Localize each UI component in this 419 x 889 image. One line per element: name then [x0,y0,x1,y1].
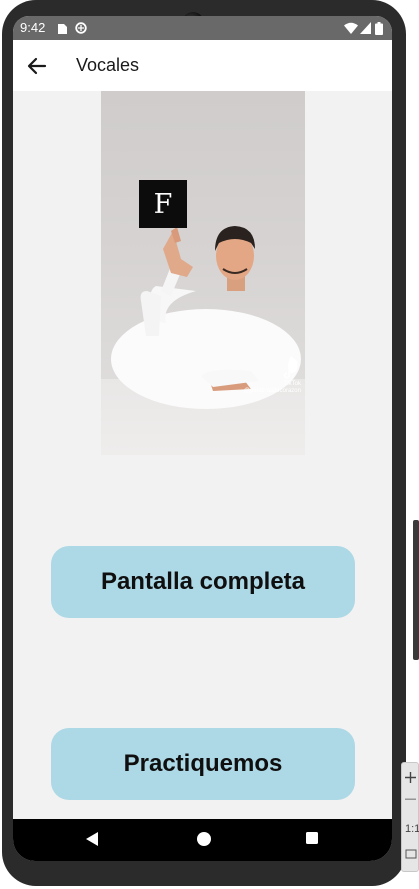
fullscreen-button[interactable]: Pantalla completa [51,546,355,618]
wifi-icon [344,22,358,34]
watermark-brand: TikTok [283,381,301,387]
signal-icon [360,22,371,34]
practice-button[interactable]: Practiquemos [51,728,355,800]
sd-card-icon [58,24,67,34]
plus-icon[interactable] [404,771,417,784]
home-circle-icon[interactable] [196,831,212,847]
battery-icon [375,22,383,35]
system-nav-bar [13,819,392,861]
arrow-left-icon[interactable] [25,54,49,78]
emulator-toolbar: — 1:1 [401,762,419,872]
phone-screen: 9:42 Vocales F TikTok @palabrasdecorazon… [13,16,392,861]
app-bar: Vocales [13,40,392,91]
status-time: 9:42 [20,20,46,35]
video-watermark: TikTok @palabrasdecorazon [244,381,301,395]
minus-label[interactable]: — [405,793,416,805]
sign-video-player[interactable]: F TikTok @palabrasdecorazon [101,91,305,455]
signer-illustration [111,226,301,409]
data-saver-icon [75,22,87,34]
status-bar: 9:42 [13,16,392,40]
zoom-label[interactable]: 1:1 [405,823,419,835]
screenshot-icon[interactable] [405,849,417,859]
page-title: Vocales [76,55,140,75]
tiktok-logo-icon [283,367,294,379]
watermark-handle: @palabrasdecorazon [243,388,301,394]
letter-card: F [139,180,187,228]
device-side-button [413,520,419,660]
recents-square-icon[interactable] [305,831,319,845]
back-triangle-icon[interactable] [85,831,99,847]
